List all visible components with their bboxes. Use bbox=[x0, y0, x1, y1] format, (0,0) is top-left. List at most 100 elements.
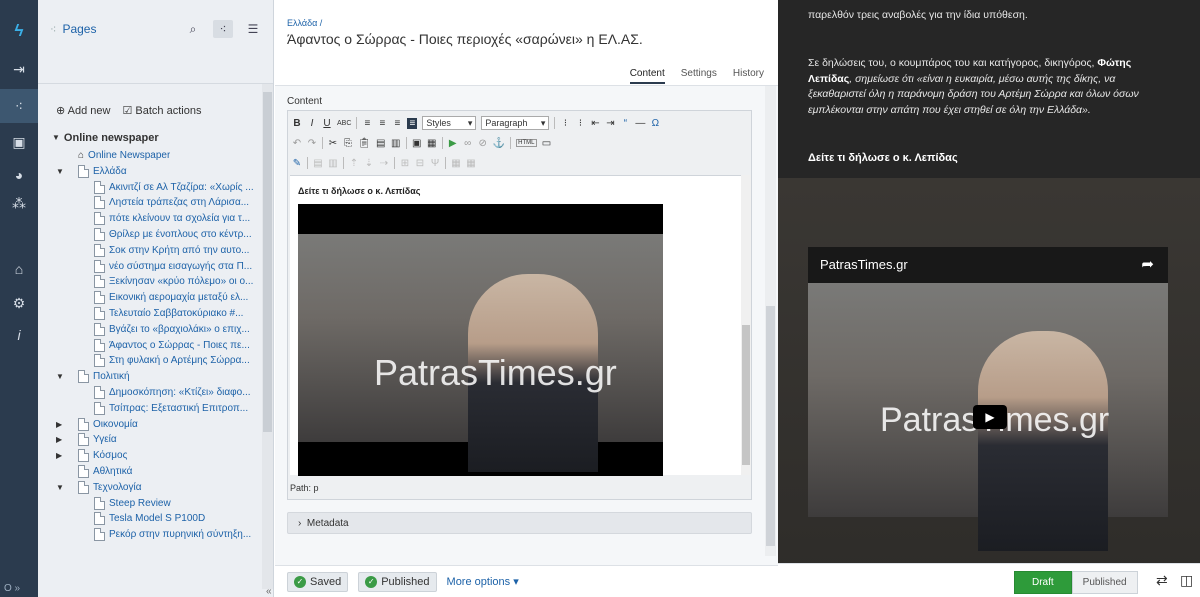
saved-button[interactable]: ✓ Saved bbox=[287, 571, 349, 592]
tree-item[interactable]: Ρεκόρ στην πυρηνική σύντηξη... bbox=[94, 527, 251, 542]
logo-icon[interactable]: ϟ bbox=[0, 14, 38, 48]
redo-icon[interactable]: ↷ bbox=[307, 138, 317, 149]
caret-down-icon[interactable]: ▼ bbox=[56, 372, 66, 381]
tree-item[interactable]: Τσίπρας: Εξεταστική Επιτροπ... bbox=[94, 401, 248, 416]
tree-item[interactable]: νέο σύστημα εισαγωγής στα Π... bbox=[94, 259, 252, 274]
strikethrough-icon[interactable]: ABC bbox=[337, 120, 351, 127]
tree-item[interactable]: Βγάζει το «βραχιολάκι» ο επιχ... bbox=[94, 322, 250, 337]
settings-icon[interactable]: ⚙ bbox=[0, 286, 38, 320]
tab-settings[interactable]: Settings bbox=[681, 68, 717, 84]
tree-item[interactable]: ▼ Πολιτική bbox=[56, 369, 130, 384]
editor-scroll-thumb[interactable] bbox=[742, 325, 750, 465]
tree-item[interactable]: Στη φυλακή ο Αρτέμης Σώρρα... bbox=[94, 353, 250, 368]
published-stage-button[interactable]: Published bbox=[1071, 571, 1138, 594]
table-row-icon[interactable]: ▤ bbox=[313, 158, 323, 169]
caret-down-icon[interactable]: ▼ bbox=[56, 167, 66, 176]
underline-icon[interactable]: U bbox=[322, 118, 332, 129]
undo-icon[interactable]: ↶ bbox=[292, 138, 302, 149]
blockquote-icon[interactable]: “ bbox=[620, 118, 630, 129]
table-icon[interactable]: ▦ bbox=[427, 138, 437, 149]
logout-icon[interactable]: ⇥ bbox=[0, 52, 38, 86]
cut-icon[interactable]: ✂ bbox=[328, 138, 338, 149]
merge-cell-icon[interactable]: ⊟ bbox=[415, 158, 425, 169]
tab-content[interactable]: Content bbox=[629, 68, 665, 84]
justify-icon[interactable]: ≡ bbox=[407, 117, 418, 129]
tree-item[interactable]: Ακινιτζί σε Αλ Τζαζίρα: «Χωρίς ... bbox=[94, 180, 254, 195]
more-options-button[interactable]: More options ▾ bbox=[447, 575, 519, 588]
caret-down-icon[interactable]: ▼ bbox=[56, 483, 66, 492]
rail-expand[interactable]: O » bbox=[4, 583, 20, 594]
insert-col-icon[interactable]: ⇣ bbox=[364, 158, 374, 169]
published-button[interactable]: ✓ Published bbox=[358, 571, 437, 592]
tree-item[interactable]: Εικονική αερομαχία μεταξύ ελ... bbox=[94, 290, 248, 305]
table-col-icon[interactable]: ▥ bbox=[328, 158, 338, 169]
editor-body[interactable]: Δείτε τι δήλωσε ο κ. Λεπίδας PatrasTimes… bbox=[290, 175, 741, 476]
horizontal-rule-icon[interactable]: — bbox=[635, 118, 645, 129]
caret-down-icon[interactable]: ▼ bbox=[52, 133, 60, 142]
fullscreen-icon[interactable]: ▭ bbox=[542, 138, 552, 149]
help-icon[interactable]: i bbox=[0, 318, 38, 352]
collapse-panel-button[interactable]: « bbox=[266, 586, 272, 597]
split-cell-icon[interactable]: ⊞ bbox=[400, 158, 410, 169]
list-view-icon[interactable]: ☰ bbox=[243, 20, 263, 38]
tree-item[interactable]: Τελευταίο Σαββατοκύριακο #... bbox=[94, 306, 243, 321]
add-new-button[interactable]: ⊕ Add new bbox=[56, 104, 110, 117]
play-icon[interactable]: ▶ bbox=[973, 405, 1007, 429]
cell-props-icon[interactable]: Ψ bbox=[430, 158, 440, 169]
editor-panel-scroll-thumb[interactable] bbox=[766, 306, 775, 546]
tab-history[interactable]: History bbox=[733, 68, 764, 84]
html-source-icon[interactable]: HTML bbox=[516, 139, 537, 147]
indent-icon[interactable]: ⇥ bbox=[605, 118, 615, 129]
tree-item[interactable]: Αθλητικά bbox=[78, 464, 132, 479]
tree-item[interactable]: ▶ Κόσμος bbox=[56, 448, 127, 463]
search-icon[interactable]: ⌕ bbox=[183, 20, 203, 38]
tree-item[interactable]: πότε κλείνουν τα σχολεία για τ... bbox=[94, 211, 250, 226]
tree-scroll-thumb[interactable] bbox=[263, 92, 272, 432]
rich-text-editor[interactable]: B I U ABC ≡ ≡ ≡ ≡ Styles ▾ Paragraph ▾ ⁝ ⁝… bbox=[287, 110, 752, 500]
tree-item[interactable]: Ξεκίνησαν «κρύο πόλεμο» οι ο... bbox=[94, 274, 253, 289]
copy-icon[interactable]: ⎘ bbox=[343, 138, 353, 149]
image-icon[interactable]: ▣ bbox=[412, 138, 422, 149]
swap-icon[interactable]: ⇄ bbox=[1156, 572, 1168, 589]
align-right-icon[interactable]: ≡ bbox=[392, 118, 402, 129]
unlink-icon[interactable]: ⊘ bbox=[478, 138, 488, 149]
tree-scrollbar[interactable] bbox=[262, 84, 273, 589]
tree-item[interactable]: ▶ Οικονομία bbox=[56, 417, 138, 432]
caret-right-icon[interactable]: ▶ bbox=[56, 451, 66, 460]
pages-icon[interactable]: ⁖ bbox=[0, 89, 38, 123]
tree-item[interactable]: Ληστεία τράπεζας στη Λάρισα... bbox=[94, 195, 249, 210]
tree-item[interactable]: Tesla Model S P100D bbox=[94, 511, 205, 526]
share-icon[interactable]: ➦ bbox=[1141, 255, 1154, 273]
align-left-icon[interactable]: ≡ bbox=[362, 118, 372, 129]
tree-item[interactable]: ▼ Ελλάδα bbox=[56, 164, 127, 179]
anchor-icon[interactable]: ⚓ bbox=[493, 138, 505, 149]
tree-item[interactable]: ▶ Υγεία bbox=[56, 432, 117, 447]
tree-item[interactable]: ⌂ Online Newspaper bbox=[78, 148, 170, 163]
tree-view-icon[interactable]: ⁖ bbox=[213, 20, 233, 38]
breadcrumb[interactable]: Ελλάδα / bbox=[287, 18, 322, 28]
paste-icon[interactable]: 📋︎ bbox=[358, 138, 371, 149]
caret-right-icon[interactable]: ▶ bbox=[56, 435, 66, 444]
editor-panel-scrollbar[interactable] bbox=[765, 86, 776, 556]
tree-item[interactable]: Steep Review bbox=[94, 496, 171, 511]
video-channel-label[interactable]: PatrasTimes.gr bbox=[820, 257, 908, 272]
grid-icon[interactable]: ▦ bbox=[451, 158, 461, 169]
draft-button[interactable]: Draft bbox=[1014, 571, 1072, 594]
bank-icon[interactable]: ⌂ bbox=[0, 252, 38, 286]
metadata-toggle[interactable]: › Metadata bbox=[287, 512, 752, 534]
edit-icon[interactable]: ✎ bbox=[292, 158, 302, 169]
caret-right-icon[interactable]: ▶ bbox=[56, 420, 66, 429]
delete-icon[interactable]: ⇢ bbox=[379, 158, 389, 169]
tree-item[interactable]: ▼ Τεχνολογία bbox=[56, 480, 142, 495]
tree-root[interactable]: ▼ Online newspaper bbox=[52, 130, 159, 145]
media-icon[interactable]: ▶ bbox=[448, 138, 458, 149]
bullet-list-icon[interactable]: ⁝ bbox=[560, 118, 570, 129]
outdent-icon[interactable]: ⇤ bbox=[590, 118, 600, 129]
grid2-icon[interactable]: ▦ bbox=[466, 158, 476, 169]
format-dropdown[interactable]: Paragraph ▾ bbox=[481, 116, 550, 130]
align-center-icon[interactable]: ≡ bbox=[377, 118, 387, 129]
security-icon[interactable]: ⁂ bbox=[0, 186, 38, 220]
italic-icon[interactable]: I bbox=[307, 118, 317, 129]
styles-dropdown[interactable]: Styles ▾ bbox=[422, 116, 477, 130]
numbered-list-icon[interactable]: ⁝ bbox=[575, 118, 585, 129]
